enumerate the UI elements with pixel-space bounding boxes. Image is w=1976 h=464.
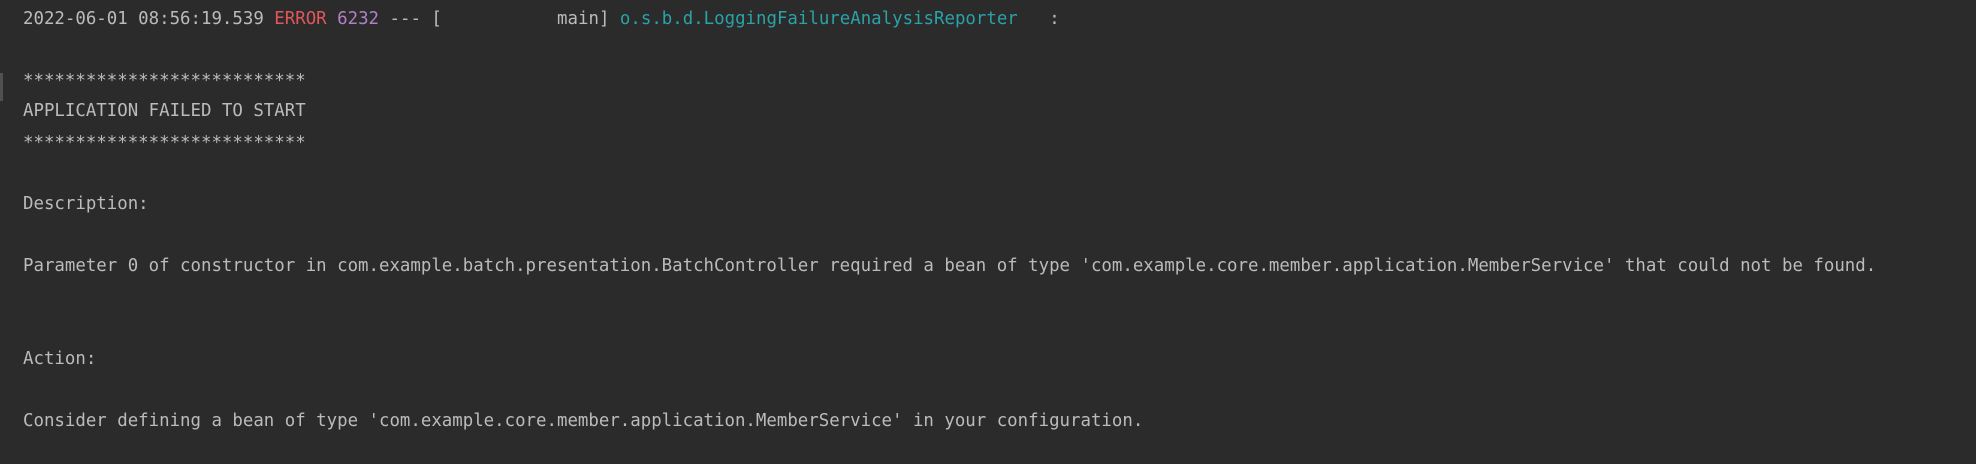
gutter-marker [0, 73, 3, 101]
banner-title: APPLICATION FAILED TO START [23, 101, 306, 121]
banner-bottom: *************************** [23, 133, 306, 153]
log-timestamp: 2022-06-01 08:56:19.539 [23, 9, 264, 29]
action-label: Action: [23, 349, 97, 369]
banner-top: *************************** [23, 71, 306, 91]
description-text: Parameter 0 of constructor in com.exampl… [23, 256, 1877, 276]
log-logger[interactable]: o.s.b.d.LoggingFailureAnalysisReporter [620, 9, 1018, 29]
log-separator: --- [389, 9, 421, 29]
log-pid: 6232 [337, 9, 380, 29]
console-output[interactable]: 2022-06-01 08:56:19.539 ERROR 6232 --- [… [0, 0, 1976, 464]
action-text: Consider defining a bean of type 'com.ex… [23, 411, 1144, 431]
description-label: Description: [23, 194, 149, 214]
log-thread: [ main] [431, 9, 610, 29]
log-level: ERROR [274, 9, 327, 29]
log-header-line: 2022-06-01 08:56:19.539 ERROR 6232 --- [… [23, 8, 1060, 30]
log-colon: : [1049, 9, 1060, 29]
